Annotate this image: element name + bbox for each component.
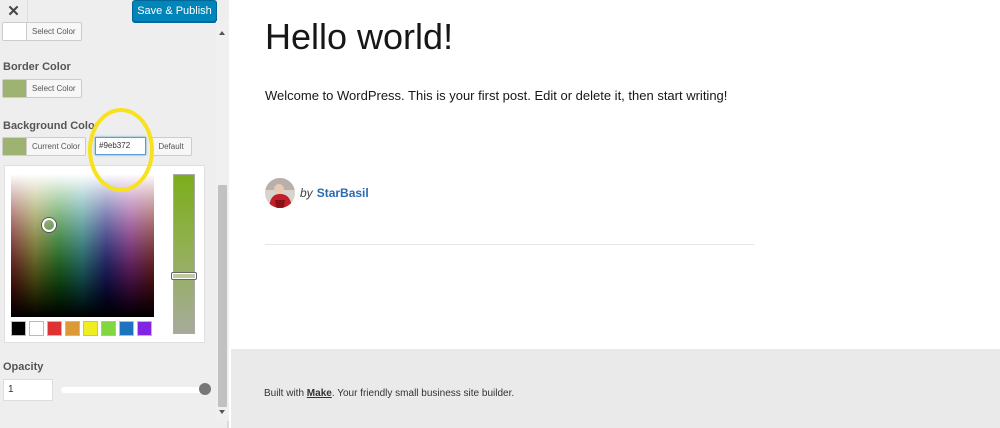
luminance-handle[interactable]	[171, 272, 197, 280]
site-footer: Built with Make. Your friendly small bus…	[231, 349, 1000, 428]
color-swatch	[3, 23, 27, 40]
default-color-button[interactable]: Default	[150, 137, 192, 156]
border-color-label: Border Color	[3, 61, 71, 73]
palette-swatch[interactable]	[83, 321, 98, 336]
palette-swatch[interactable]	[119, 321, 134, 336]
footer-prefix: Built with	[264, 388, 307, 399]
opacity-slider-handle[interactable]	[199, 383, 211, 395]
opacity-slider-track[interactable]	[61, 387, 207, 393]
site-preview: Hello world! Welcome to WordPress. This …	[231, 0, 1000, 428]
footer-credit: Built with Make. Your friendly small bus…	[264, 388, 514, 399]
post-title[interactable]: Hello world!	[265, 16, 453, 58]
byline-prefix: by	[300, 186, 313, 200]
border-select-color-button[interactable]: Select Color	[2, 79, 82, 98]
color-swatch	[3, 80, 27, 97]
divider	[265, 244, 754, 245]
top-select-color-button[interactable]: Select Color	[2, 22, 82, 41]
palette-swatch[interactable]	[65, 321, 80, 336]
customizer-sidebar: ✕ Save & Publish Select Color Border Col…	[0, 0, 229, 428]
luminance-slider[interactable]	[173, 174, 195, 334]
palette-swatch[interactable]	[47, 321, 62, 336]
palette-swatches	[11, 321, 152, 336]
scroll-up-arrow-icon[interactable]	[219, 31, 225, 35]
color-swatch	[3, 138, 27, 155]
author-link[interactable]: StarBasil	[317, 186, 369, 200]
save-publish-button[interactable]: Save & Publish	[132, 0, 217, 22]
palette-swatch[interactable]	[11, 321, 26, 336]
footer-suffix: . Your friendly small business site buil…	[331, 388, 515, 399]
scrollbar-thumb[interactable]	[218, 185, 227, 407]
opacity-label: Opacity	[3, 361, 44, 373]
sidebar-scrollbar[interactable]	[216, 21, 229, 421]
palette-swatch[interactable]	[101, 321, 116, 336]
opacity-input[interactable]: 1	[3, 379, 53, 401]
button-label: Select Color	[32, 27, 76, 36]
palette-swatch[interactable]	[29, 321, 44, 336]
background-color-label: Background Color	[3, 120, 99, 132]
current-color-button[interactable]: Current Color	[2, 137, 87, 156]
palette-swatch[interactable]	[137, 321, 152, 336]
saturation-area[interactable]	[11, 174, 154, 317]
button-label: Current Color	[32, 142, 81, 151]
saturation-handle[interactable]	[42, 218, 56, 232]
make-link[interactable]: Make	[307, 388, 332, 399]
post-byline: by StarBasil	[265, 178, 369, 208]
color-picker-panel	[4, 165, 205, 343]
customizer-header: ✕ Save & Publish	[0, 0, 229, 24]
button-label: Select Color	[32, 84, 76, 93]
scroll-down-arrow-icon[interactable]	[219, 410, 225, 414]
controls-panel: Select Color Border Color Select Color B…	[0, 21, 216, 428]
post-content: Welcome to WordPress. This is your first…	[265, 88, 728, 103]
author-avatar[interactable]	[265, 178, 295, 208]
highlight-annotation-circle	[88, 108, 154, 192]
